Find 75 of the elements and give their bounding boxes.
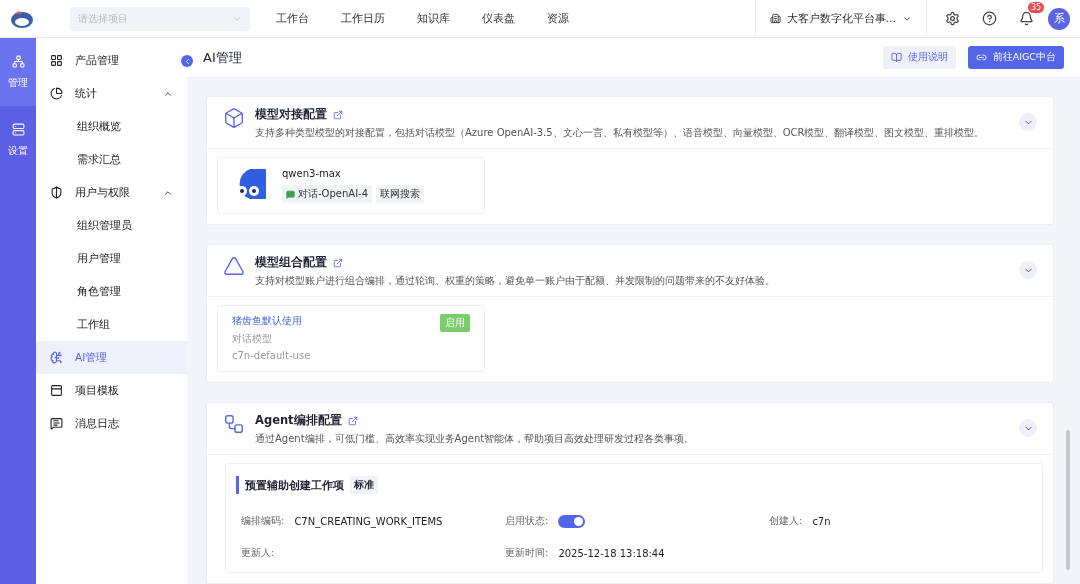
sidebar-item[interactable]: 组织概览: [36, 110, 187, 143]
help-icon[interactable]: [982, 11, 997, 26]
section-title: 模型组合配置: [255, 255, 327, 270]
section-description: 支持对模型账户进行组合编排，通过轮询、权重的策略，避免单一账户由于配额、并发限制的问题带来的不友好体验。: [255, 274, 776, 288]
expand-button[interactable]: [1019, 113, 1037, 131]
collapse-button[interactable]: [181, 55, 193, 67]
section-title: Agent编排配置: [255, 413, 342, 428]
external-link-icon[interactable]: [333, 109, 343, 120]
combo-name[interactable]: 猪齿鱼默认使用: [232, 314, 311, 328]
model-tag: 联网搜索: [376, 185, 425, 203]
section-title: 模型对接配置: [255, 107, 327, 122]
template-icon: [50, 384, 63, 397]
status-tag: 启用: [440, 314, 470, 332]
enable-toggle[interactable]: [558, 514, 586, 528]
sidebar-item[interactable]: 用户与权限: [36, 176, 187, 209]
sidebar-item[interactable]: 组织管理员: [36, 209, 187, 242]
field-label: 启用状态:: [505, 514, 549, 528]
message-icon: [50, 417, 63, 430]
notification-badge: 35: [1028, 2, 1045, 13]
sidebar-item[interactable]: 需求汇总: [36, 143, 187, 176]
workflow-icon: [223, 413, 245, 435]
sidebar-item[interactable]: 工作组: [36, 308, 187, 341]
sidebar-item[interactable]: AI管理: [36, 341, 187, 374]
field-value: c7n: [812, 515, 831, 527]
header-button[interactable]: 使用说明: [882, 46, 956, 69]
network-icon: [11, 54, 25, 68]
pie-chart-icon: [50, 87, 63, 100]
nav-link[interactable]: 工作日历: [341, 11, 385, 26]
sidebar-item[interactable]: 项目模板: [36, 374, 187, 407]
field-value: 2025-12-18 13:18:44: [558, 547, 665, 559]
external-link-icon[interactable]: [347, 415, 358, 426]
sidebar-item[interactable]: 用户管理: [36, 242, 187, 275]
link-icon: [975, 52, 987, 63]
chat-icon: [286, 189, 295, 199]
org-select[interactable]: 大客户数字化平台事...: [754, 0, 927, 38]
expand-button[interactable]: [1019, 261, 1037, 279]
nav-link[interactable]: 仪表盘: [482, 11, 515, 26]
field-label: 更新时间:: [505, 546, 549, 560]
model-name: qwen3-max: [282, 168, 342, 179]
page-title: AI管理: [203, 48, 242, 67]
expand-button[interactable]: [1019, 419, 1037, 437]
section-description: 支持多种类型模型的对接配置，包括对话模型（Azure OpenAI-3.5、文心一言、私有模型等）、语音模型、向量模型、OCR模型、翻译模型、图文模型、重排模型。: [255, 126, 986, 140]
agent-badge: 标准: [350, 476, 378, 494]
sidebar-item[interactable]: 统计: [36, 77, 187, 110]
sidebar-item[interactable]: 产品管理: [36, 44, 187, 77]
building-icon: [769, 13, 781, 24]
external-link-icon[interactable]: [333, 257, 343, 268]
rail-item[interactable]: 管理: [0, 38, 36, 106]
rail-item[interactable]: 设置: [0, 106, 36, 174]
nav-link[interactable]: 工作台: [276, 11, 309, 26]
avatar[interactable]: 系: [1048, 7, 1070, 30]
sidebar-item[interactable]: 角色管理: [36, 275, 187, 308]
server-icon: [11, 122, 25, 136]
nav-link[interactable]: 资源: [547, 11, 569, 26]
combo-type: 对话模型: [232, 332, 273, 346]
grid-icon: [50, 54, 63, 67]
combo-code: c7n-default-use: [232, 350, 311, 361]
header-button[interactable]: 前往AIGC中台: [967, 46, 1064, 69]
settings-icon[interactable]: [945, 11, 960, 26]
ai-icon: [50, 351, 63, 364]
field-value: C7N_CREATING_WORK_ITEMS: [294, 515, 443, 527]
bell-icon[interactable]: [1019, 11, 1034, 26]
section-description: 通过Agent编排，可低门槛、高效率实现业务Agent智能体，帮助项目高效处理研发过程各类事项。: [255, 432, 696, 446]
sidebar-item[interactable]: 消息日志: [36, 407, 187, 440]
field-label: 编排编码:: [241, 514, 285, 528]
model-tag: 对话-OpenAI-4: [282, 185, 373, 203]
field-label: 更新人:: [241, 546, 275, 560]
nav-link[interactable]: 知识库: [417, 11, 450, 26]
agent-name: 预置辅助创建工作项: [245, 477, 344, 493]
cube-icon: [223, 107, 245, 129]
book-icon: [890, 52, 902, 63]
shield-icon: [50, 186, 63, 199]
triangle-icon: [223, 255, 245, 277]
field-label: 创建人:: [769, 514, 803, 528]
logo-icon: [10, 8, 34, 29]
